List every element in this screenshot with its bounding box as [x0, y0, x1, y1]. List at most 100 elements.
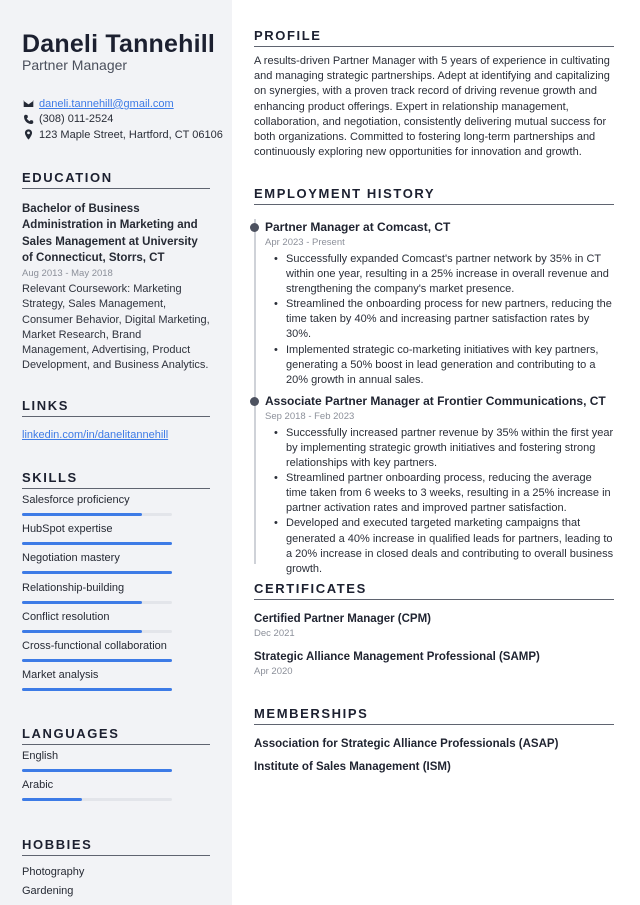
languages-heading: LANGUAGES: [22, 726, 210, 745]
membership-item: Institute of Sales Management (ISM): [254, 761, 451, 773]
job-title: Associate Partner Manager at Frontier Co…: [265, 393, 606, 408]
language-level-track: [22, 769, 172, 772]
skill-level-track: [22, 658, 172, 662]
certificates-section: CERTIFICATES Certified Partner Manager (…: [254, 581, 614, 678]
certificate-title: Certified Partner Manager (CPM): [254, 613, 432, 625]
phone-text: (308) 011-2524: [39, 113, 114, 126]
language-level-fill: [22, 798, 82, 802]
education-heading: EDUCATION: [22, 170, 210, 189]
job-entry: Associate Partner Manager at Frontier Co…: [250, 393, 614, 577]
language-item: Arabic: [22, 774, 210, 803]
skill-level-track: [22, 542, 172, 546]
address-text: 123 Maple Street, Hartford, CT 06106: [39, 128, 223, 141]
job-bullets: Successfully expanded Comcast's partner …: [265, 252, 614, 388]
skill-level-fill: [22, 658, 172, 662]
skill-level-fill: [22, 542, 172, 546]
skill-level-track: [22, 600, 172, 604]
contact-email-row: daneli.tannehill@gmail.com: [22, 96, 223, 112]
certificate-title: Strategic Alliance Management Profession…: [254, 651, 540, 663]
job-entry: Partner Manager at Comcast, CT Apr 2023 …: [250, 219, 614, 388]
contact-info: daneli.tannehill@gmail.com (308) 011-252…: [22, 96, 223, 143]
job-bullets: Successfully increased partner revenue b…: [265, 426, 614, 577]
skill-label: Salesforce proficiency: [22, 494, 130, 506]
job-bullet: Streamlined partner onboarding process, …: [274, 471, 614, 516]
skill-label: Market analysis: [22, 669, 99, 682]
employment-timeline: Partner Manager at Comcast, CT Apr 2023 …: [250, 219, 614, 577]
education-description: Relevant Coursework: Marketing Strategy,…: [22, 283, 210, 372]
job-bullet: Implemented strategic co-marketing initi…: [274, 343, 614, 388]
education-section: EDUCATION Bachelor of Business Administr…: [22, 170, 210, 373]
memberships-heading: MEMBERSHIPS: [254, 706, 614, 725]
hobby-item: Gardening: [22, 885, 74, 897]
skill-level-track: [22, 571, 172, 575]
map-pin-icon: [22, 129, 34, 141]
hobby-item: Photography: [22, 866, 85, 878]
hobbies-heading: HOBBIES: [22, 837, 210, 856]
skill-level-fill: [22, 600, 142, 604]
skill-item: Negotiation mastery: [22, 547, 210, 576]
job-date: Sep 2018 - Feb 2023: [265, 410, 355, 422]
skill-label: HubSpot expertise: [22, 523, 113, 536]
profile-heading: PROFILE: [254, 28, 614, 47]
skills-section: SKILLS Salesforce proficiency HubSpot exp…: [22, 470, 210, 693]
education-date: Aug 2013 - May 2018: [22, 268, 113, 280]
skill-label: Negotiation mastery: [22, 552, 120, 565]
language-label: Arabic: [22, 779, 54, 792]
phone-icon: [22, 113, 34, 125]
education-degree: Bachelor of Business Administration in M…: [22, 203, 198, 264]
job-bullet: Developed and executed targeted marketin…: [274, 516, 614, 576]
job-bullet: Streamlined the onboarding process for n…: [274, 297, 614, 342]
skill-item: Cross-functional collaboration: [22, 635, 210, 664]
envelope-icon: [22, 98, 34, 110]
language-level-fill: [22, 769, 172, 772]
contact-phone-row: (308) 011-2524: [22, 112, 223, 128]
email-link[interactable]: daneli.tannehill@gmail.com: [39, 98, 174, 110]
certificate-item: Certified Partner Manager (CPM) Dec 2021: [254, 611, 614, 640]
linkedin-link[interactable]: linkedin.com/in/danelitannehill: [22, 429, 210, 441]
skills-list: Salesforce proficiency HubSpot expertise N…: [22, 489, 210, 693]
links-section: LINKS linkedin.com/in/danelitannehill: [22, 398, 210, 441]
skill-level-fill: [22, 629, 142, 633]
skill-level-track: [22, 629, 172, 633]
skills-heading: SKILLS: [22, 470, 210, 489]
skill-label: Conflict resolution: [22, 610, 110, 623]
languages-list: English Arabic: [22, 745, 210, 803]
skill-item: HubSpot expertise: [22, 518, 210, 547]
skill-item: Market analysis: [22, 664, 210, 693]
candidate-name: Daneli Tannehill: [22, 30, 216, 58]
sidebar: Daneli Tannehill Partner Manager daneli.…: [0, 0, 232, 905]
timeline-dot-icon: [250, 396, 259, 406]
certificate-item: Strategic Alliance Management Profession…: [254, 649, 614, 678]
certificate-date: Apr 2020: [254, 666, 293, 677]
candidate-title: Partner Manager: [22, 57, 128, 73]
hobbies-section: HOBBIES Photography Gardening: [22, 837, 210, 901]
memberships-section: MEMBERSHIPS Association for Strategic Al…: [254, 706, 614, 775]
profile-text: A results-driven Partner Manager with 5 …: [254, 55, 610, 159]
job-bullet: Successfully increased partner revenue b…: [274, 426, 614, 471]
membership-item: Association for Strategic Alliance Profe…: [254, 738, 559, 750]
skill-level-fill: [22, 513, 142, 516]
skill-label: Relationship-building: [22, 581, 125, 594]
certificates-heading: CERTIFICATES: [254, 581, 614, 600]
language-label: English: [22, 750, 59, 762]
skill-label: Cross-functional collaboration: [22, 639, 167, 652]
skill-level-track: [22, 688, 172, 692]
job-title: Partner Manager at Comcast, CT: [265, 220, 451, 234]
profile-section: PROFILE A results-driven Partner Manager…: [254, 28, 616, 160]
timeline-dot-icon: [250, 223, 259, 232]
languages-section: LANGUAGES English Arabic: [22, 726, 210, 803]
skill-level-fill: [22, 571, 172, 575]
skill-level-fill: [22, 688, 172, 692]
skill-item: Salesforce proficiency: [22, 489, 210, 518]
employment-heading: EMPLOYMENT HISTORY: [254, 186, 614, 205]
language-level-track: [22, 798, 172, 802]
contact-address-row: 123 Maple Street, Hartford, CT 06106: [22, 127, 223, 143]
employment-section: EMPLOYMENT HISTORY Partner Manager at Co…: [250, 186, 614, 577]
language-item: English: [22, 745, 210, 774]
skill-item: Relationship-building: [22, 577, 210, 606]
job-date: Apr 2023 - Present: [265, 237, 345, 248]
job-bullet: Successfully expanded Comcast's partner …: [274, 252, 614, 297]
skill-level-track: [22, 513, 172, 516]
links-heading: LINKS: [22, 398, 210, 417]
skill-item: Conflict resolution: [22, 606, 210, 635]
